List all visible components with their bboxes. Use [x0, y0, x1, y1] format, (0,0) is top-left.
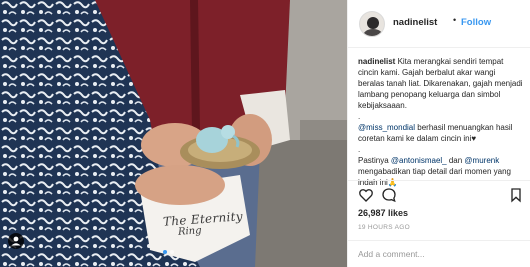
- action-bar: [348, 180, 530, 209]
- heart-icon[interactable]: [358, 187, 374, 203]
- avatar-image: [360, 12, 384, 36]
- likes-count[interactable]: 26,987 likes: [358, 208, 408, 218]
- watermark-subtitle: Ring: [177, 225, 202, 238]
- bookmark-icon-glyph: [511, 188, 521, 203]
- post-details-panel: nadinelist • Follow nadinelist Kita mera…: [347, 0, 530, 267]
- caption-dot: .: [358, 112, 361, 121]
- carousel-dot: [170, 250, 174, 254]
- user-tag-icon-glyph: [11, 236, 21, 246]
- instagram-post: The Eternity Ring nadinelist • Follow na…: [0, 0, 530, 267]
- post-header: nadinelist • Follow: [348, 0, 530, 48]
- comment-box: [348, 240, 530, 267]
- header-username-link[interactable]: nadinelist: [393, 17, 437, 28]
- post-timestamp: 19 HOURS AGO: [358, 224, 411, 231]
- follow-button[interactable]: Follow: [461, 17, 491, 28]
- carousel-dot-active: [163, 250, 167, 254]
- comment-icon-glyph: [382, 188, 396, 203]
- avatar[interactable]: [359, 11, 385, 37]
- heart-icon-glyph: [359, 189, 373, 202]
- comment-input[interactable]: [358, 247, 523, 261]
- carousel-indicator: [163, 241, 183, 254]
- caption-line-mention: @miss_mondial berhasil menuangkan hasil …: [358, 122, 523, 144]
- bookmark-icon[interactable]: [508, 187, 524, 203]
- user-tag-icon[interactable]: [8, 233, 24, 249]
- heart-emoji: ♥: [471, 134, 477, 143]
- post-photo[interactable]: The Eternity Ring: [0, 0, 347, 267]
- caption-dot: .: [358, 145, 361, 154]
- mention-link-miss-mondial[interactable]: @miss_mondial: [358, 123, 415, 132]
- mention-link-murenk[interactable]: @murenk: [464, 156, 499, 165]
- comment-icon[interactable]: [381, 187, 397, 203]
- caption-credits-text: Pastinya: [358, 156, 391, 165]
- caption-username-link[interactable]: nadinelist: [358, 57, 395, 66]
- caption-section: nadinelist Kita merangkai sendiri tempat…: [358, 56, 523, 188]
- caption: nadinelist Kita merangkai sendiri tempat…: [358, 56, 523, 111]
- mention-link-antonismael[interactable]: @antonismael_: [391, 156, 447, 165]
- caption-credits-text: dan: [446, 156, 465, 165]
- header-separator: •: [453, 15, 457, 25]
